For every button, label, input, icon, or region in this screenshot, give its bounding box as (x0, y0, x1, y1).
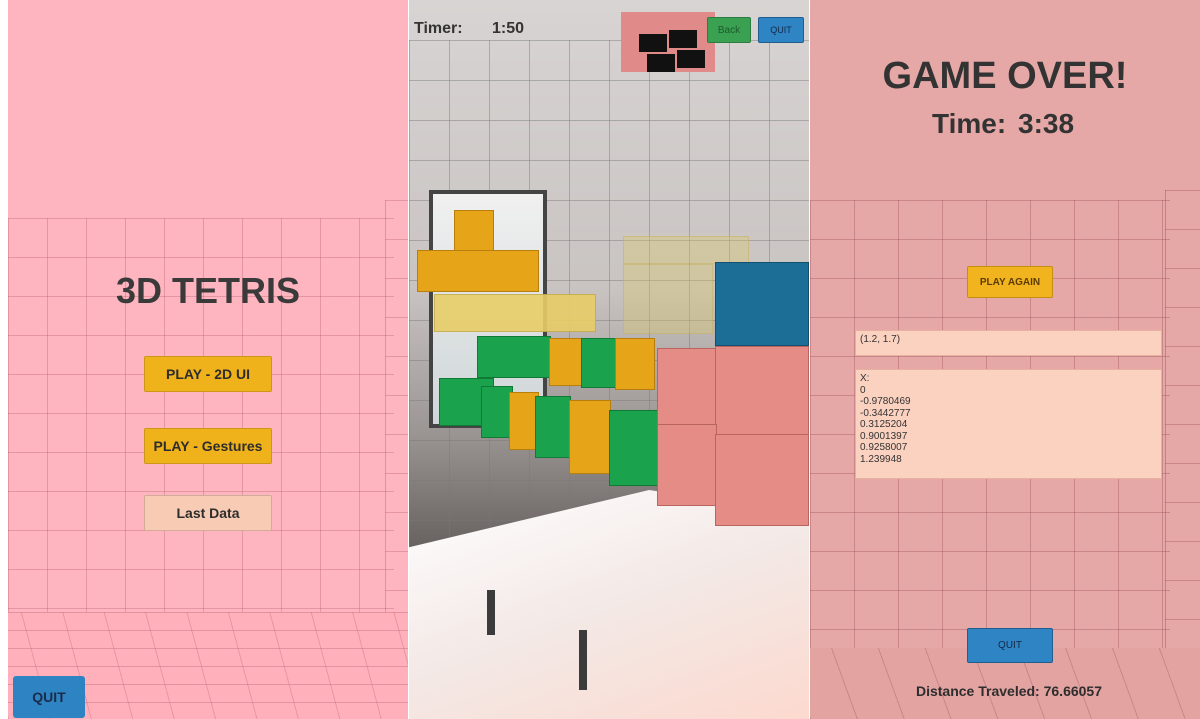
light-yellow-block (434, 294, 596, 332)
game-title: 3D TETRIS (115, 270, 301, 311)
pink-block (715, 434, 809, 526)
preview-cell (669, 30, 697, 48)
green-block (609, 410, 661, 486)
data-line: -0.3442777 (860, 407, 911, 419)
ghost-block (623, 264, 713, 334)
timer-value: 1:50 (492, 20, 525, 37)
quit-button[interactable]: QUIT (967, 628, 1053, 663)
play-2d-ui-button[interactable]: PLAY - 2D UI (144, 356, 272, 392)
table-leg (487, 590, 495, 635)
yellow-block (454, 210, 494, 252)
data-line: 1.239948 (860, 453, 902, 465)
main-menu-screen: 3D TETRIS PLAY - 2D UI PLAY - Gestures L… (8, 0, 408, 719)
data-line: 0.3125204 (860, 419, 908, 430)
blue-block (715, 262, 809, 346)
data-line: 0.9258007 (860, 442, 908, 453)
quit-button[interactable]: QUIT (758, 17, 804, 43)
yellow-block (549, 338, 583, 386)
data-line: 0 (860, 384, 866, 396)
time-label: Time: (932, 108, 1007, 139)
yellow-block (417, 250, 539, 292)
preview-cell (639, 34, 667, 52)
pink-block (657, 348, 717, 426)
coordinates-field: (1.2, 1.7) (855, 330, 1162, 356)
preview-cell (677, 50, 705, 68)
data-line: 0.9001397 (860, 430, 908, 442)
quit-button[interactable]: QUIT (13, 676, 85, 718)
green-block (535, 396, 571, 458)
play-gestures-button[interactable]: PLAY - Gestures (144, 428, 272, 464)
distance-traveled: Distance Traveled: 76.66057 (810, 683, 1200, 699)
green-block (581, 338, 617, 388)
back-button[interactable]: Back (707, 17, 751, 43)
pink-block (657, 424, 717, 506)
room-side-wall (1165, 190, 1200, 670)
game-over-title: GAME OVER! (882, 55, 1128, 97)
data-log-box: X: 0 -0.9780469 -0.3442777 0.3125204 0.9… (855, 369, 1162, 479)
green-block (477, 336, 551, 378)
ar-gameplay-screen: Timer: 1:50 Back QUIT (409, 0, 809, 719)
data-line: -0.9780469 (860, 396, 911, 407)
game-over-screen: GAME OVER! Time: 3:38 PLAY AGAIN (1.2, 1… (810, 0, 1200, 719)
yellow-block (569, 400, 611, 474)
pink-block (715, 346, 809, 436)
next-piece-preview (621, 12, 715, 72)
preview-cell (647, 54, 675, 72)
time-value: 3:38 (1018, 108, 1075, 139)
yellow-block (615, 338, 655, 390)
distance-value: 76.66057 (1043, 683, 1103, 699)
ghost-block (623, 236, 749, 264)
distance-label: Distance Traveled: (915, 683, 1040, 699)
play-again-button[interactable]: PLAY AGAIN (967, 266, 1053, 298)
data-line: X: (860, 373, 870, 384)
last-data-button[interactable]: Last Data (144, 495, 272, 531)
timer-label: Timer: (414, 20, 463, 37)
table-leg (579, 630, 587, 690)
